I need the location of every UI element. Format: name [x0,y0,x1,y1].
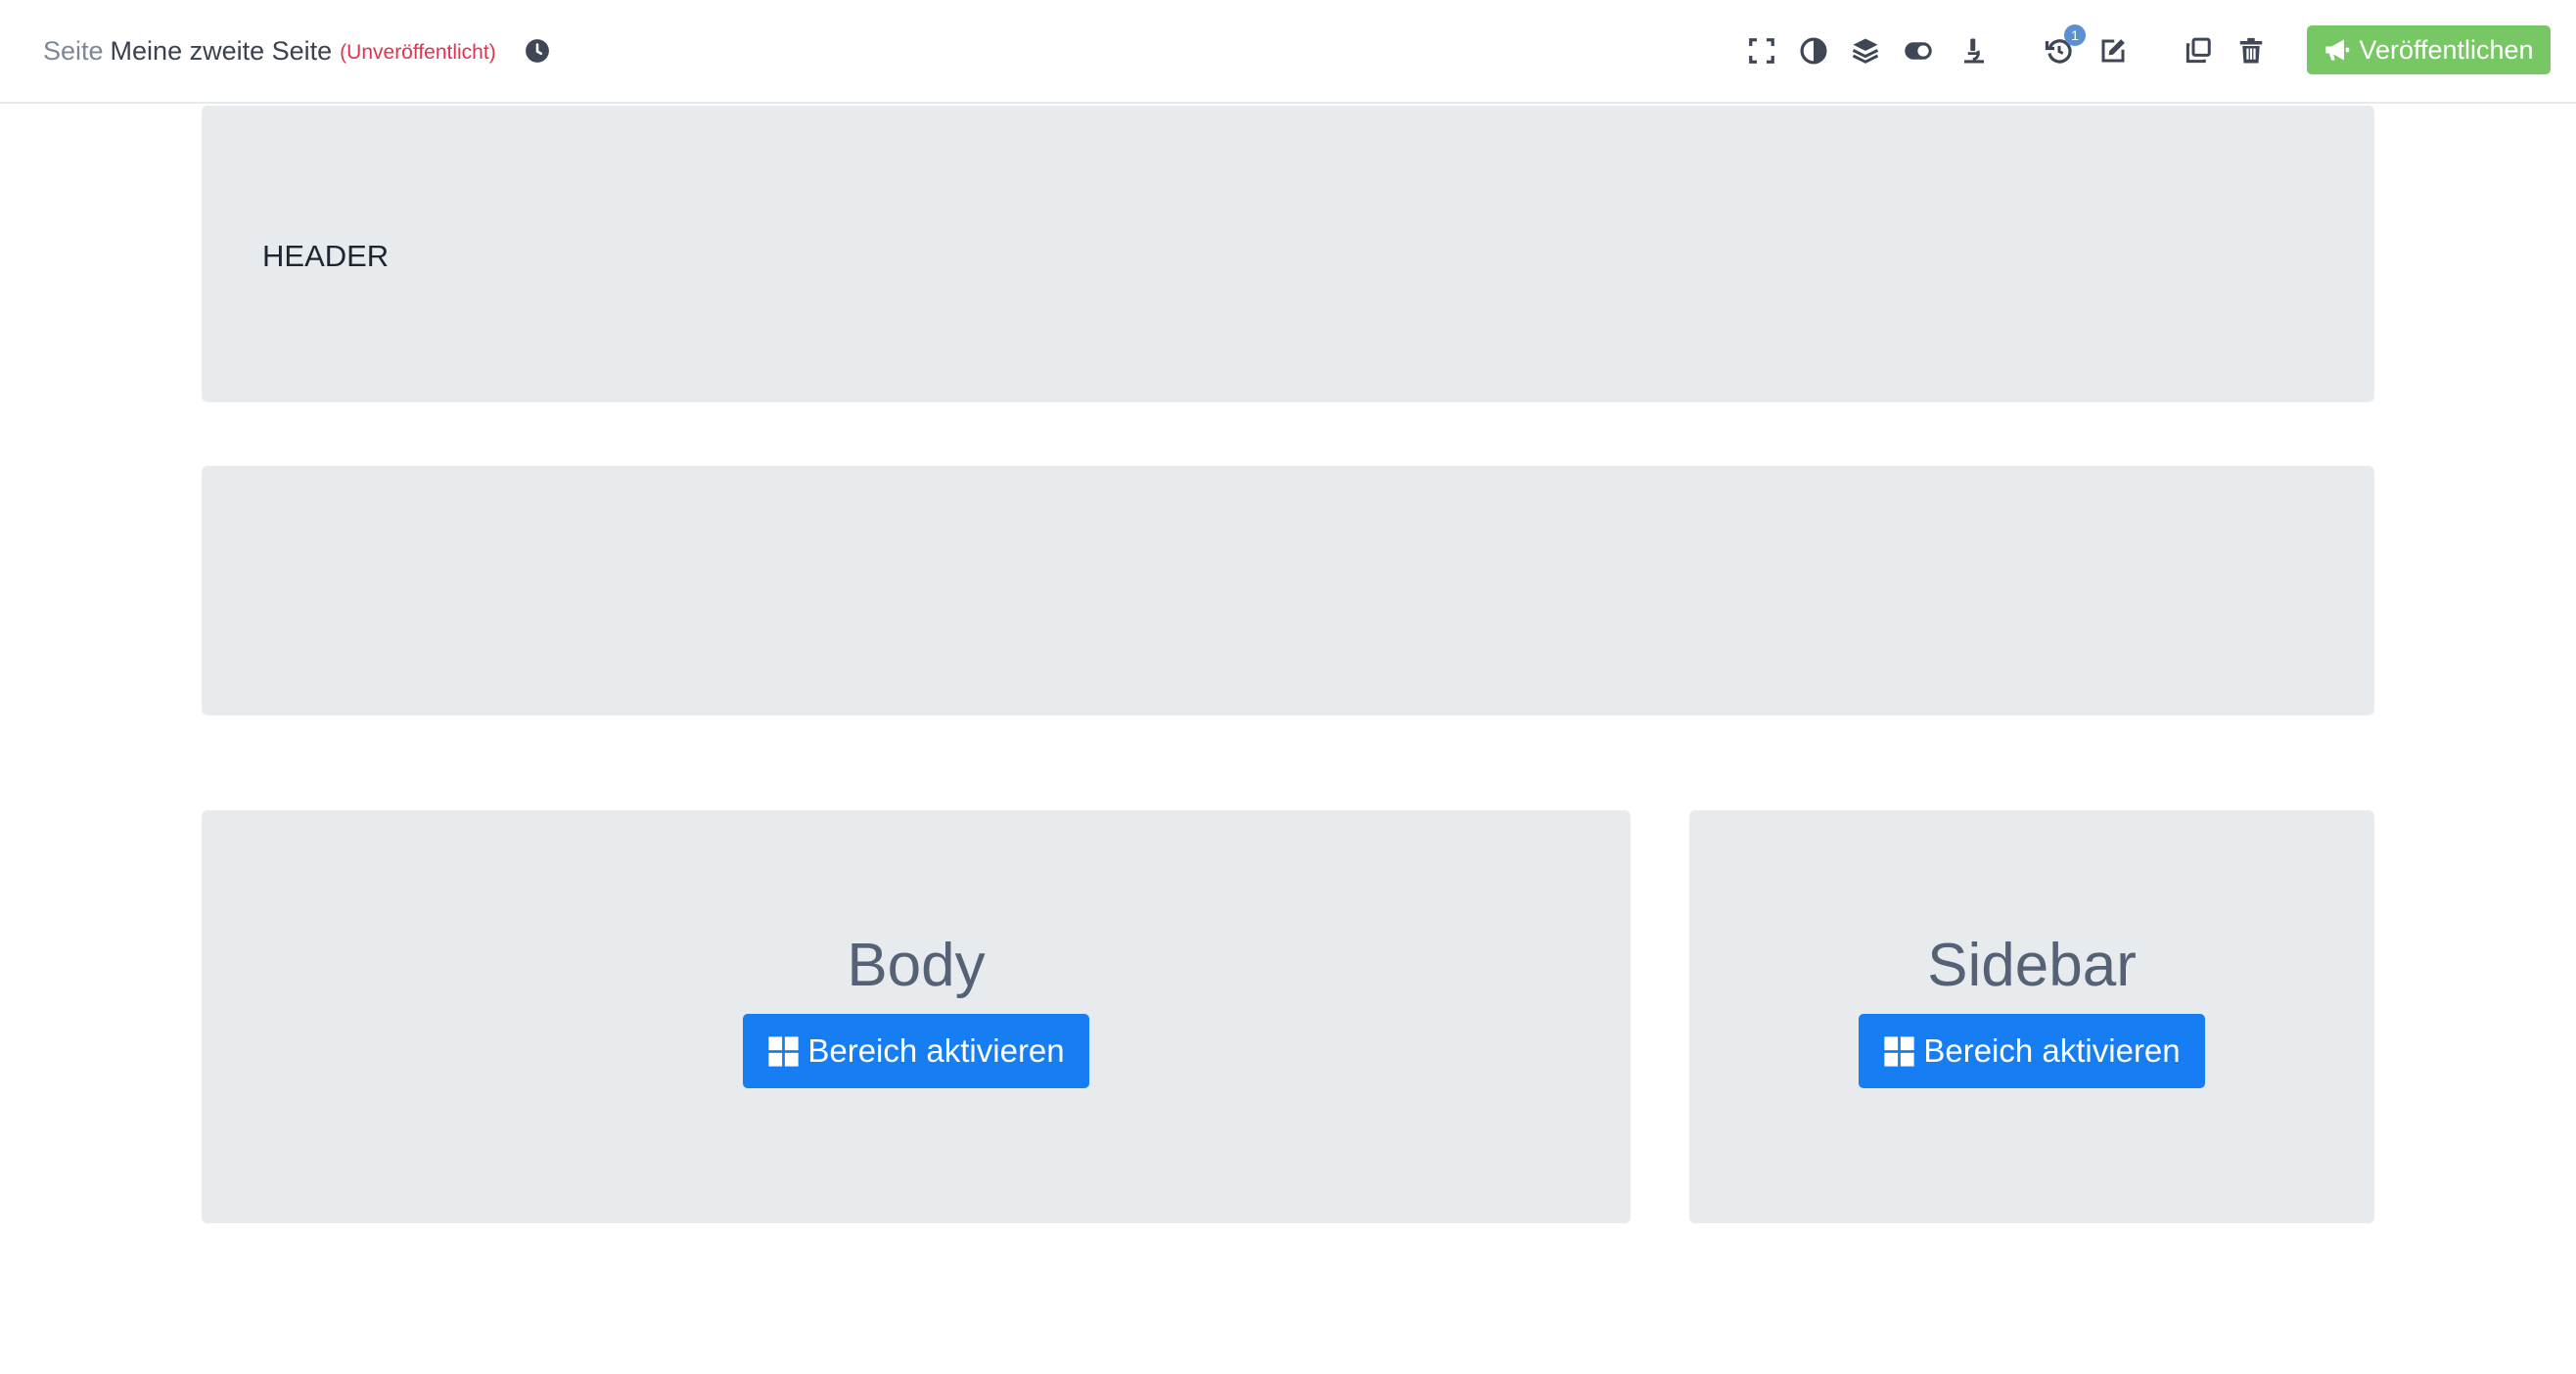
expand-icon[interactable] [1743,32,1780,69]
grid-icon [1883,1035,1915,1068]
breadcrumb-kind: Seite [43,35,104,66]
sidebar-activate-label: Bereich aktivieren [1923,1032,2181,1069]
microscope-icon[interactable] [1955,32,1993,69]
trash-icon[interactable] [2232,32,2270,69]
copy-icon[interactable] [2180,32,2217,69]
body-region: Body Bereich aktivieren [202,810,1631,1223]
empty-region [202,466,2374,715]
body-activate-button[interactable]: Bereich aktivieren [743,1014,1089,1088]
grid-icon [767,1035,800,1068]
sidebar-title: Sidebar [1927,932,2137,999]
body-title: Body [847,932,986,999]
layers-icon[interactable] [1847,32,1884,69]
page-title: Meine zweite Seite [110,35,333,66]
sidebar-activate-button[interactable]: Bereich aktivieren [1859,1014,2205,1088]
sidebar-region: Sidebar Bereich aktivieren [1689,810,2374,1223]
top-toolbar: Seite Meine zweite Seite (Unveröffentlic… [0,0,2576,104]
breadcrumb: Seite Meine zweite Seite (Unveröffentlic… [43,0,551,102]
clock-icon[interactable] [524,37,551,65]
history-count-badge: 1 [2064,24,2086,46]
toggle-icon[interactable] [1900,32,1937,69]
megaphone-icon [2323,36,2351,64]
header-label: HEADER [262,239,390,273]
publish-button[interactable]: Veröffentlichen [2307,25,2551,74]
header-region: HEADER [202,106,2374,402]
publish-label: Veröffentlichen [2359,34,2534,65]
history-icon[interactable]: 1 [2041,24,2086,69]
edit-icon[interactable] [2094,32,2132,69]
status-badge: (Unveröffentlicht) [340,41,496,64]
body-activate-label: Bereich aktivieren [807,1032,1065,1069]
contrast-icon[interactable] [1795,32,1832,69]
